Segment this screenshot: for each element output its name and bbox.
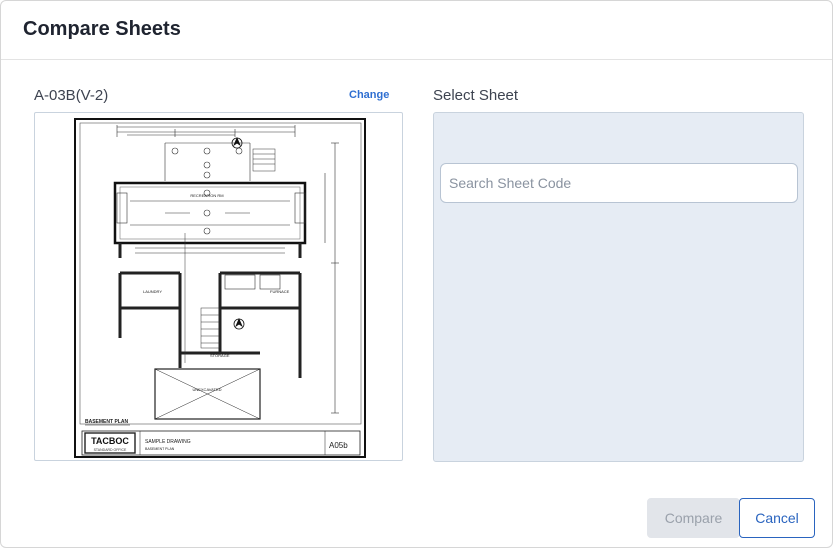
floor-plan-drawing: RECREATION RM LAUNDRY FURNACE STORAGE UN… xyxy=(74,118,366,458)
sheet-number: A05b xyxy=(329,441,348,450)
sheet-preview: RECREATION RM LAUNDRY FURNACE STORAGE UN… xyxy=(34,112,403,461)
search-sheet-input[interactable] xyxy=(440,163,798,203)
logo-subtext: STANDARD OFFICE xyxy=(94,448,127,452)
drawing-title: SAMPLE DRAWING xyxy=(145,439,191,445)
compare-sheets-dialog: Compare Sheets A-03B(V-2) Change RECREAT… xyxy=(0,0,833,548)
room-label-unexcavated: UNEXCAVATED xyxy=(192,387,221,392)
logo-text: TACBOC xyxy=(91,436,129,446)
drawing-subtitle: BASEMENT PLAN xyxy=(145,447,175,451)
select-sheet-panel xyxy=(433,112,804,462)
room-label-storage: STORAGE xyxy=(210,353,230,358)
change-sheet-link[interactable]: Change xyxy=(349,89,389,101)
current-sheet-title: A-03B(V-2) xyxy=(34,87,109,104)
room-label-recreation: RECREATION RM xyxy=(190,193,223,198)
room-label-furnace: FURNACE xyxy=(270,289,290,294)
compare-button[interactable]: Compare xyxy=(647,498,740,538)
dialog-title: Compare Sheets xyxy=(23,18,181,40)
plan-title: BASEMENT PLAN xyxy=(85,419,128,425)
cancel-button[interactable]: Cancel xyxy=(739,498,815,538)
dialog-header: Compare Sheets xyxy=(1,1,832,60)
room-label-laundry: LAUNDRY xyxy=(143,289,162,294)
select-sheet-title: Select Sheet xyxy=(433,87,519,104)
